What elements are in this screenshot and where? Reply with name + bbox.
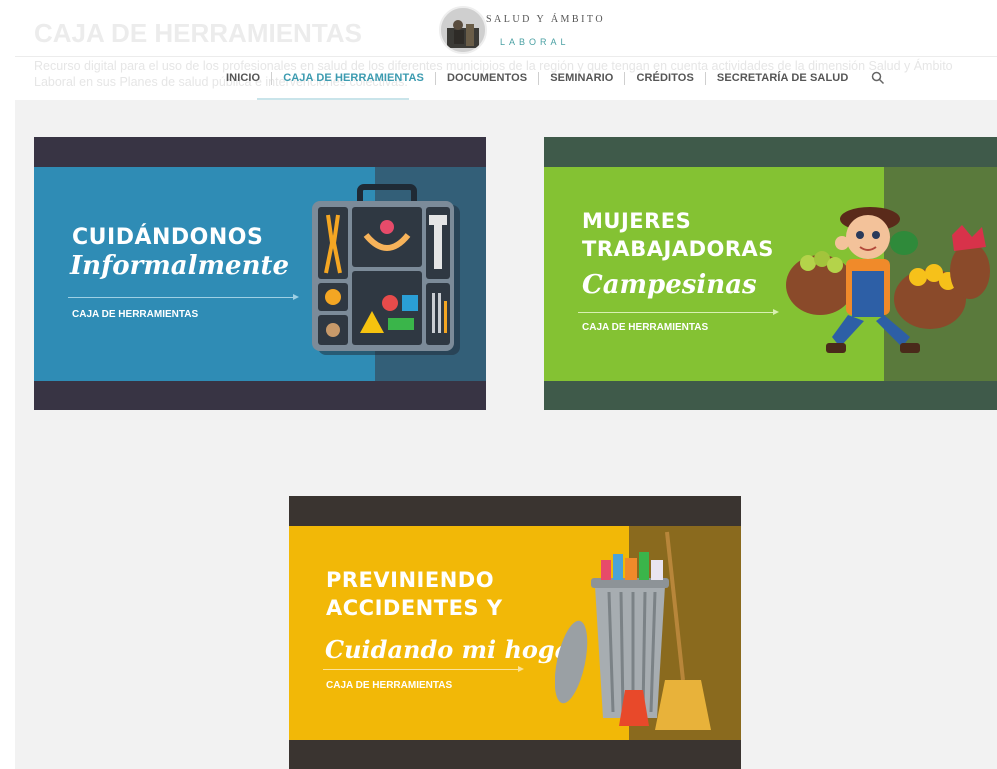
site-header: SALUD Y ÁMBITO LABORAL INICIO CAJA DE HE… (0, 0, 997, 100)
card-subtitle: CAJA DE HERRAMIENTAS (72, 309, 199, 320)
main-nav: INICIO CAJA DE HERRAMIENTAS DOCUMENTOS S… (215, 64, 885, 92)
card-band-bottom (544, 381, 997, 410)
card-subtitle: CAJA DE HERRAMIENTAS (326, 680, 453, 691)
card-band-top (34, 137, 486, 167)
farmer-girl-icon (786, 207, 990, 353)
card-arrow-line (578, 312, 774, 313)
toolbox-icon (312, 184, 460, 355)
card-arrow-line (68, 297, 294, 298)
card-arrow-head (773, 309, 779, 315)
card-band-top (289, 496, 741, 526)
nav-item-seminario[interactable]: SEMINARIO (539, 72, 624, 84)
card-arrow-head (518, 666, 524, 672)
card-arrow-line (323, 669, 519, 670)
nav-item-creditos[interactable]: CRÉDITOS (625, 72, 704, 84)
card-mujeres-trabajadoras-campesinas[interactable]: MUJERES TRABAJADORAS Campesinas CAJA DE … (544, 137, 997, 410)
search-icon[interactable] (871, 71, 885, 85)
trash-can-broom-icon (555, 531, 711, 730)
card-title-script: Campesinas (582, 270, 757, 300)
card-title-line2: TRABAJADORAS (582, 237, 774, 261)
card-band-bottom (289, 740, 741, 769)
card-cuidandonos-informalmente[interactable]: CUIDÁNDONOS Informalmente CAJA DE HERRAM… (34, 137, 486, 410)
card-title-line2: ACCIDENTES Y (326, 596, 503, 620)
card-title-script: Informalmente (70, 251, 290, 281)
nav-item-documentos[interactable]: DOCUMENTOS (436, 72, 538, 84)
nav-item-caja-de-herramientas[interactable]: CAJA DE HERRAMIENTAS (272, 72, 435, 84)
logo-worker-icon (439, 6, 487, 54)
logo-title: SALUD Y ÁMBITO (486, 14, 606, 25)
card-previniendo-accidentes[interactable]: PREVINIENDO ACCIDENTES Y Cuidando mi hog… (289, 496, 741, 769)
card-band-bottom (34, 381, 486, 410)
card-subtitle: CAJA DE HERRAMIENTAS (582, 322, 709, 333)
site-logo[interactable]: SALUD Y ÁMBITO LABORAL (439, 6, 603, 56)
card-title-line1: PREVINIENDO (326, 568, 495, 592)
card-title-line1: MUJERES (582, 209, 692, 233)
header-divider (15, 56, 997, 57)
card-arrow-head (293, 294, 299, 300)
card-title-script: Cuidando mi hogar (325, 635, 583, 664)
logo-subtitle: LABORAL (500, 37, 570, 47)
card-title-line1: CUIDÁNDONOS (72, 225, 264, 250)
card-band-top (544, 137, 997, 167)
nav-item-inicio[interactable]: INICIO (215, 72, 271, 84)
nav-item-secretaria-de-salud[interactable]: SECRETARÍA DE SALUD (706, 72, 859, 84)
